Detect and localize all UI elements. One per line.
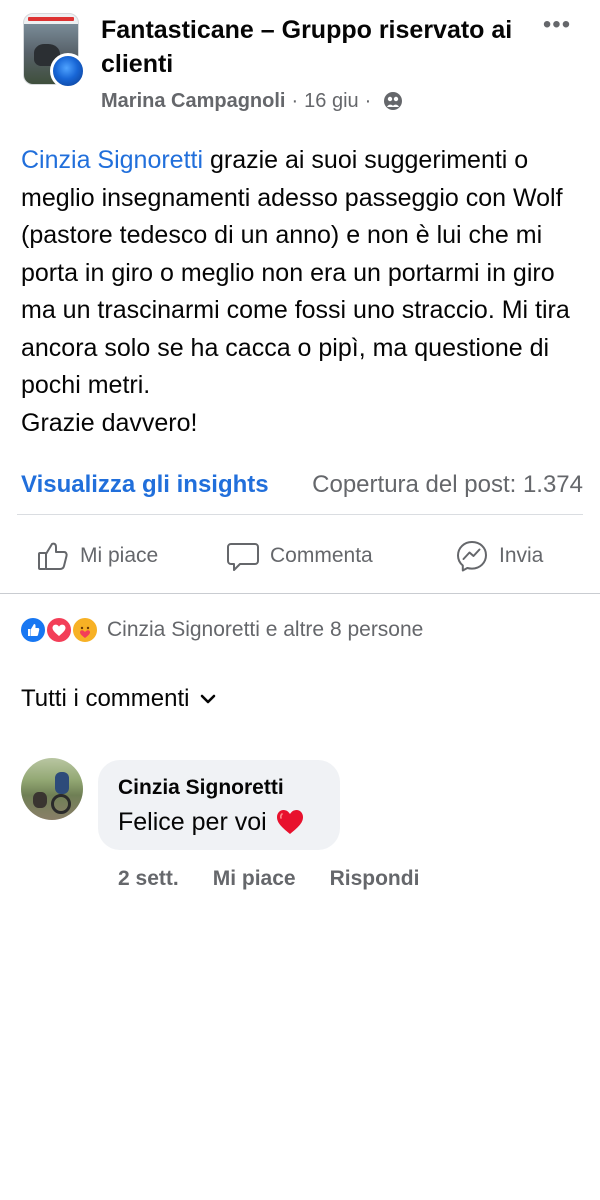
- like-reaction-icon: [19, 616, 47, 644]
- section-divider: [0, 593, 600, 594]
- view-insights-link[interactable]: Visualizza gli insights: [21, 471, 269, 499]
- post-body: Cinzia Signoretti grazie ai suoi suggeri…: [21, 142, 586, 442]
- comment-label: Commenta: [270, 544, 373, 567]
- comment-reply-button[interactable]: Rispondi: [330, 867, 420, 891]
- comment-like-button[interactable]: Mi piace: [213, 867, 296, 891]
- comment-time[interactable]: 2 sett.: [118, 867, 179, 891]
- group-avatar[interactable]: [23, 13, 86, 89]
- author-avatar[interactable]: [50, 53, 86, 89]
- chevron-down-icon: [201, 694, 216, 704]
- comment-bubble-icon: [227, 543, 259, 571]
- send-button[interactable]: Invia: [455, 530, 543, 582]
- group-privacy-icon: [384, 92, 403, 110]
- comment-text-content: Felice per voi: [118, 808, 267, 836]
- post-author[interactable]: Marina Campagnoli: [101, 90, 285, 113]
- divider: [17, 514, 583, 515]
- reactions-summary-text: Cinzia Signoretti e altre 8 persone: [107, 618, 424, 641]
- post-meta: Marina Campagnoli · 16 giu ·: [101, 86, 403, 116]
- more-options-icon[interactable]: •••: [539, 13, 575, 37]
- action-bar: Mi piace Commenta Invia: [0, 530, 600, 582]
- red-heart-emoji-icon: [276, 810, 303, 834]
- reaction-icons: [19, 615, 105, 645]
- mention-link[interactable]: Cinzia Signoretti: [21, 146, 203, 174]
- like-label: Mi piace: [80, 544, 159, 567]
- commenter-avatar[interactable]: [21, 758, 83, 820]
- like-button[interactable]: Mi piace: [36, 530, 158, 582]
- group-name[interactable]: Fantasticane – Gruppo riservato ai clien…: [101, 13, 531, 81]
- thumbs-up-icon: [38, 542, 68, 570]
- comments-filter-dropdown[interactable]: Tutti i commenti: [21, 682, 217, 716]
- messenger-icon: [457, 541, 487, 572]
- care-reaction-icon: [71, 616, 99, 644]
- comment-meta: 2 sett. Mi piace Rispondi: [118, 864, 419, 894]
- post-reach: Copertura del post: 1.374: [312, 471, 583, 498]
- comments-filter-label: Tutti i commenti: [21, 685, 190, 712]
- meta-separator: ·: [291, 89, 299, 112]
- comment-text: Felice per voi: [118, 804, 320, 840]
- reactions-summary[interactable]: Cinzia Signoretti e altre 8 persone: [19, 613, 423, 647]
- post-body-text: grazie ai suoi suggerimenti o meglio ins…: [21, 146, 570, 399]
- post-date[interactable]: 16 giu: [304, 90, 359, 113]
- post-header: Fantasticane – Gruppo riservato ai clien…: [0, 0, 600, 130]
- comment-button[interactable]: Commenta: [226, 530, 373, 582]
- meta-separator-2: ·: [364, 89, 372, 112]
- comment-author[interactable]: Cinzia Signoretti: [118, 774, 320, 802]
- comment-bubble: Cinzia Signoretti Felice per voi: [98, 760, 340, 850]
- post-body-closing: Grazie davvero!: [21, 408, 198, 437]
- love-reaction-icon: [45, 616, 73, 644]
- send-label: Invia: [499, 544, 544, 567]
- insights-row: Visualizza gli insights Copertura del po…: [21, 466, 583, 504]
